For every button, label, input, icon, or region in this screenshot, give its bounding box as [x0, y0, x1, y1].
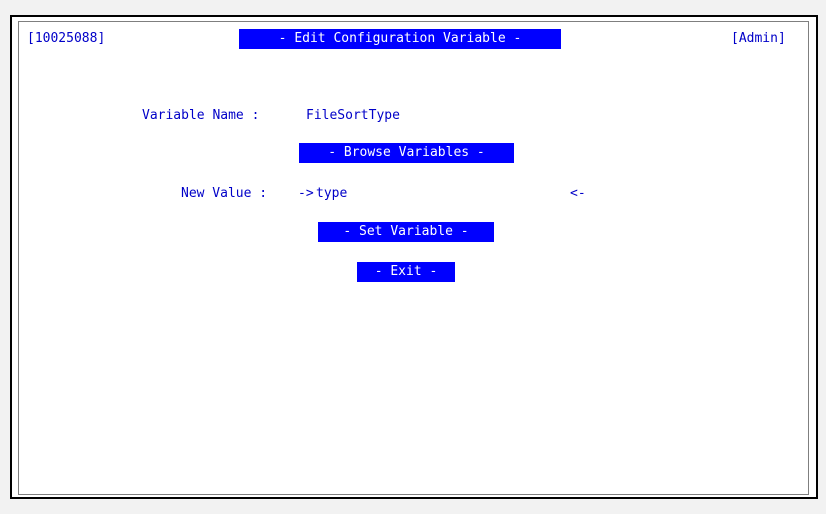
- variable-name-value: FileSortType: [306, 108, 400, 123]
- new-value-open-marker: ->: [298, 186, 314, 201]
- screen-title: - Edit Configuration Variable -: [239, 29, 561, 49]
- new-value-input[interactable]: type: [316, 186, 347, 202]
- set-variable-button[interactable]: - Set Variable -: [318, 222, 494, 242]
- terminal-screen: [10025088] - Edit Configuration Variable…: [18, 21, 809, 495]
- browse-variables-button[interactable]: - Browse Variables -: [299, 143, 514, 163]
- session-code: [10025088]: [27, 31, 106, 46]
- exit-button[interactable]: - Exit -: [357, 262, 455, 282]
- new-value-close-marker: <-: [570, 186, 586, 201]
- window-bottom-strip: [0, 500, 826, 514]
- user-role-badge: [Admin]: [731, 31, 786, 46]
- new-value-label: New Value :: [181, 186, 268, 201]
- variable-name-label: Variable Name :: [142, 108, 260, 123]
- window: [10025088] - Edit Configuration Variable…: [0, 0, 826, 514]
